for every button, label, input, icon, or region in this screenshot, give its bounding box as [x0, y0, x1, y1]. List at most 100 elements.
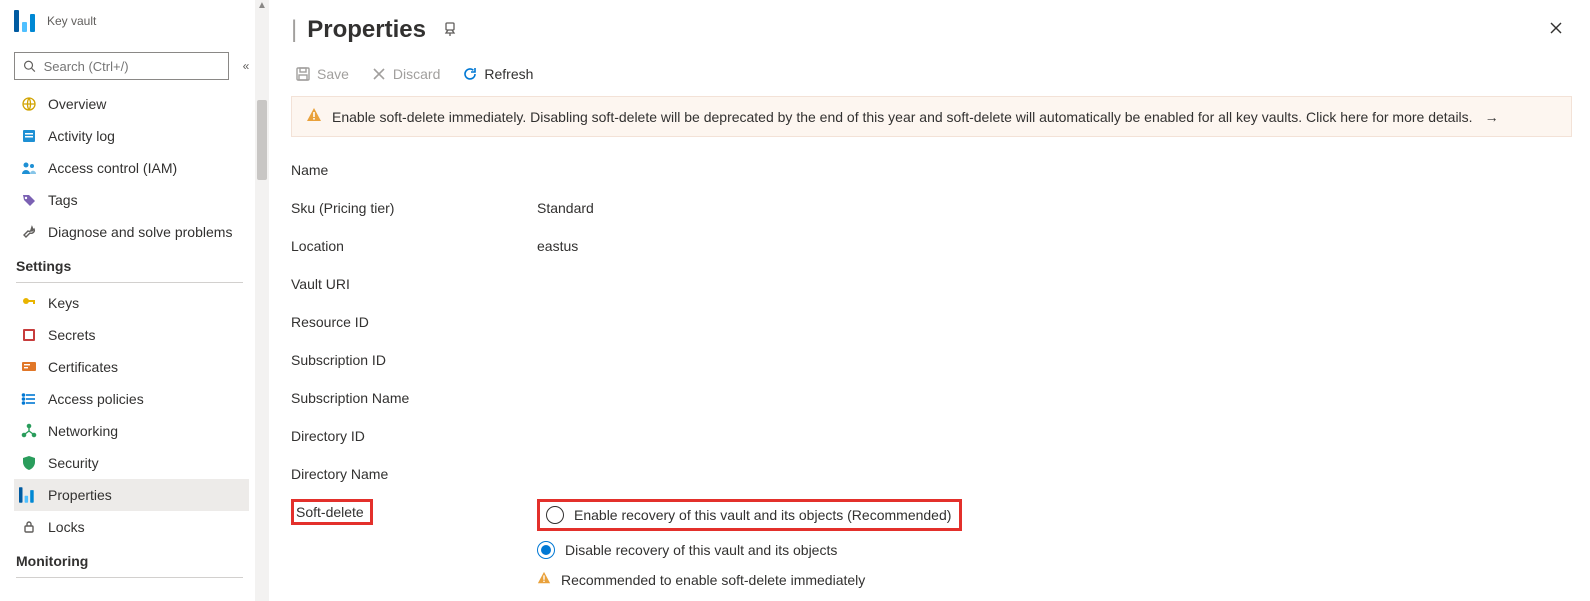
- sidebar-item-label: Keys: [48, 295, 79, 311]
- sidebar-item-locks[interactable]: Locks: [14, 511, 249, 543]
- section-monitoring-label: Monitoring: [14, 543, 249, 573]
- sidebar-item-diagnose[interactable]: Diagnose and solve problems: [14, 216, 249, 248]
- sidebar-item-activity-log[interactable]: Activity log: [14, 120, 249, 152]
- sidebar-item-access-policies[interactable]: Access policies: [14, 383, 249, 415]
- sidebar-header: Key vault: [14, 10, 255, 32]
- nav-list: Overview Activity log Access control (IA…: [14, 88, 255, 582]
- sidebar-scrollbar[interactable]: ▲: [255, 0, 269, 601]
- radio-enable-label: Enable recovery of this vault and its ob…: [574, 507, 951, 523]
- radio-enable-soft-delete[interactable]: [546, 506, 564, 524]
- sidebar-item-label: Access control (IAM): [48, 160, 177, 176]
- recommendation-text: Recommended to enable soft-delete immedi…: [561, 572, 865, 588]
- prop-resource-id: Resource ID: [291, 303, 1572, 341]
- resource-type-label: Key vault: [47, 14, 96, 28]
- header-row: | Properties: [291, 6, 1572, 54]
- sidebar-item-tags[interactable]: Tags: [14, 184, 249, 216]
- sidebar-item-label: Secrets: [48, 327, 95, 343]
- toolbar: Save Discard Refresh: [291, 54, 1572, 94]
- search-input[interactable]: [42, 58, 220, 75]
- banner-arrow-icon: →: [1485, 109, 1499, 125]
- divider: [16, 282, 243, 283]
- prop-soft-delete: Soft-delete Enable recovery of this vaul…: [291, 493, 1572, 588]
- prop-label: Subscription Name: [291, 390, 537, 406]
- sidebar-item-label: Security: [48, 455, 99, 471]
- warning-icon: [537, 571, 551, 588]
- sidebar-item-label: Activity log: [48, 128, 115, 144]
- close-button[interactable]: [1540, 15, 1572, 46]
- sidebar-item-label: Overview: [48, 96, 106, 112]
- divider: [16, 577, 243, 578]
- keyvault-logo-icon: [14, 10, 35, 32]
- sidebar-item-properties[interactable]: Properties: [14, 479, 249, 511]
- sidebar-item-label: Tags: [48, 192, 78, 208]
- save-button[interactable]: Save: [291, 64, 353, 84]
- sidebar-item-certificates[interactable]: Certificates: [14, 351, 249, 383]
- list-icon: [20, 390, 38, 408]
- key-icon: [20, 294, 38, 312]
- soft-delete-recommendation: Recommended to enable soft-delete immedi…: [537, 571, 962, 588]
- sidebar-item-overview[interactable]: Overview: [14, 88, 249, 120]
- prop-label: Soft-delete: [296, 504, 364, 520]
- network-icon: [20, 422, 38, 440]
- secrets-icon: [20, 326, 38, 344]
- discard-button[interactable]: Discard: [367, 64, 444, 84]
- prop-label: Name: [291, 162, 537, 178]
- prop-label: Vault URI: [291, 276, 537, 292]
- radio-disable-soft-delete[interactable]: [537, 541, 555, 559]
- main-panel: | Properties Save Discard Refresh: [269, 0, 1590, 601]
- sidebar-item-secrets[interactable]: Secrets: [14, 319, 249, 351]
- prop-location: Location eastus: [291, 227, 1572, 265]
- log-icon: [20, 127, 38, 145]
- sidebar-item-security[interactable]: Security: [14, 447, 249, 479]
- soft-delete-banner[interactable]: Enable soft-delete immediately. Disablin…: [291, 96, 1572, 137]
- refresh-button[interactable]: Refresh: [458, 64, 537, 84]
- page-title: Properties: [307, 16, 426, 44]
- properties-icon: [20, 486, 38, 504]
- prop-subscription-name: Subscription Name: [291, 379, 1572, 417]
- prop-label: Subscription ID: [291, 352, 537, 368]
- radio-disable-label: Disable recovery of this vault and its o…: [565, 542, 837, 558]
- prop-label: Resource ID: [291, 314, 537, 330]
- soft-delete-options: Enable recovery of this vault and its ob…: [537, 499, 962, 588]
- sidebar-item-networking[interactable]: Networking: [14, 415, 249, 447]
- people-icon: [20, 159, 38, 177]
- prop-subscription-id: Subscription ID: [291, 341, 1572, 379]
- shield-icon: [20, 454, 38, 472]
- sidebar-item-keys[interactable]: Keys: [14, 287, 249, 319]
- sidebar-item-access-control[interactable]: Access control (IAM): [14, 152, 249, 184]
- search-icon: [23, 59, 36, 73]
- warning-icon: [306, 107, 322, 126]
- save-icon: [295, 66, 311, 82]
- prop-value: Standard: [537, 200, 594, 216]
- pin-icon[interactable]: [442, 21, 458, 40]
- section-settings-label: Settings: [14, 248, 249, 278]
- lock-icon: [20, 518, 38, 536]
- collapse-sidebar-button[interactable]: «: [237, 59, 255, 73]
- soft-delete-enable-highlight: Enable recovery of this vault and its ob…: [537, 499, 962, 531]
- prop-directory-name: Directory Name: [291, 455, 1572, 493]
- globe-icon: [20, 95, 38, 113]
- sidebar-item-label: Locks: [48, 519, 85, 535]
- title-separator: |: [291, 16, 297, 44]
- search-row: «: [14, 52, 255, 80]
- prop-label: Directory Name: [291, 466, 537, 482]
- radio-disable-row: Disable recovery of this vault and its o…: [537, 537, 962, 563]
- sidebar-item-label: Diagnose and solve problems: [48, 224, 232, 240]
- prop-vault-uri: Vault URI: [291, 265, 1572, 303]
- scroll-thumb[interactable]: [257, 100, 267, 180]
- prop-name: Name: [291, 151, 1572, 189]
- prop-sku: Sku (Pricing tier) Standard: [291, 189, 1572, 227]
- sidebar: Key vault « Overview Activity log: [0, 0, 255, 601]
- certificate-icon: [20, 358, 38, 376]
- discard-label: Discard: [393, 66, 440, 82]
- scroll-up-icon[interactable]: ▲: [255, 0, 269, 14]
- sidebar-item-label: Networking: [48, 423, 118, 439]
- sidebar-item-label: Properties: [48, 487, 112, 503]
- save-label: Save: [317, 66, 349, 82]
- refresh-label: Refresh: [484, 66, 533, 82]
- prop-label: Location: [291, 238, 537, 254]
- properties-grid: Name Sku (Pricing tier) Standard Locatio…: [291, 151, 1572, 588]
- soft-delete-label-highlight: Soft-delete: [291, 499, 373, 525]
- prop-directory-id: Directory ID: [291, 417, 1572, 455]
- search-input-wrapper[interactable]: [14, 52, 229, 80]
